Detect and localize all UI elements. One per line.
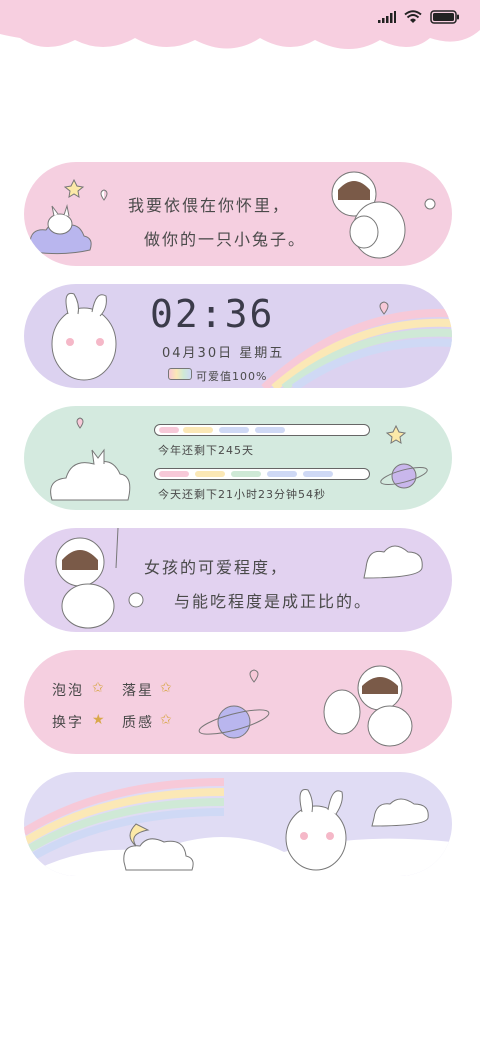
- star-icon: ★: [92, 712, 105, 728]
- star-icon: ✩: [160, 712, 172, 728]
- tag-texture[interactable]: 质感: [122, 712, 154, 732]
- wifi-icon: [404, 10, 422, 23]
- day-remaining-text: 今天还剩下21小时23分钟54秒: [158, 488, 326, 501]
- quote-widget-2[interactable]: 女孩的可爱程度， 与能吃程度是成正比的。: [24, 528, 452, 632]
- star-icon: ✩: [92, 680, 104, 696]
- astronaut-girl-illustration: [55, 528, 423, 629]
- cuteness-label: 可爱值100%: [196, 370, 268, 383]
- tag-font-change[interactable]: 换字: [52, 712, 84, 732]
- cuteness-battery-bar: [168, 368, 192, 380]
- quote-line-2: 做你的一只小兔子。: [144, 230, 307, 249]
- signal-icon: [378, 11, 396, 23]
- battery-icon: [430, 10, 459, 24]
- quote-line-1: 女孩的可爱程度，: [144, 558, 289, 577]
- star-icon: ✩: [160, 680, 172, 696]
- countdown-widget[interactable]: 今年还剩下245天 今天还剩下21小时23分钟54秒: [24, 406, 452, 510]
- top-cloud-banner: [0, 0, 480, 49]
- clock-widget[interactable]: 02:36 04月30日 星期五 可爱值100%: [24, 284, 452, 388]
- status-bar: [378, 10, 460, 24]
- quote-line-2: 与能吃程度是成正比的。: [174, 592, 373, 611]
- year-progress-bar: [154, 424, 370, 436]
- year-remaining-text: 今年还剩下245天: [158, 444, 254, 457]
- clock-date: 04月30日 星期五: [162, 346, 285, 361]
- tag-falling-star[interactable]: 落星: [122, 680, 154, 700]
- rainbow-moon-bunny-illustration: [24, 778, 452, 876]
- decor-widget[interactable]: [24, 772, 452, 876]
- quote-widget-1[interactable]: 我要依偎在你怀里， 做你的一只小兔子。: [24, 162, 452, 266]
- clock-time: 02:36: [150, 292, 275, 336]
- planet-bunny-girl-illustration: [198, 665, 413, 747]
- day-progress-bar: [154, 468, 370, 480]
- quote-line-1: 我要依偎在你怀里，: [128, 196, 291, 215]
- tag-bubble[interactable]: 泡泡: [52, 680, 84, 700]
- theme-tags-widget[interactable]: 泡泡 ✩ 落星 ✩ 换字 ★ 质感 ✩: [24, 650, 452, 754]
